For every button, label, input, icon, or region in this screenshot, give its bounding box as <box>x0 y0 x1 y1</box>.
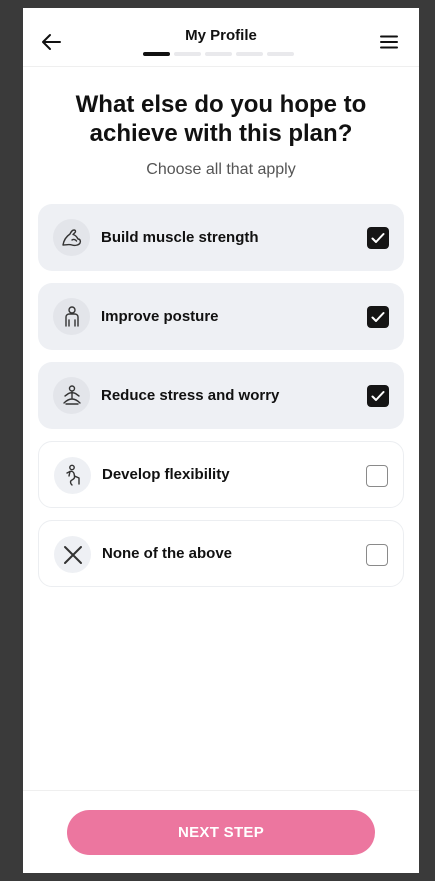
progress-segment <box>236 52 263 56</box>
header: My Profile <box>23 8 419 67</box>
menu-button[interactable] <box>375 28 403 56</box>
question-subtitle: Choose all that apply <box>146 161 296 178</box>
progress-segment <box>205 52 232 56</box>
stretching-person-icon <box>65 464 80 486</box>
step-progress-indicator <box>143 52 294 56</box>
app-screen: My Profile What else do you hope to achi… <box>23 8 419 873</box>
checkbox[interactable] <box>366 544 388 566</box>
footer-divider <box>23 790 419 791</box>
close-x-icon <box>63 545 82 564</box>
option-build-muscle-strength[interactable]: Build muscle strength <box>38 204 404 271</box>
option-label: Improve posture <box>101 308 219 325</box>
option-improve-posture[interactable]: Improve posture <box>38 283 404 350</box>
checkmark-icon <box>371 391 385 401</box>
next-step-button[interactable]: NEXT STEP <box>67 810 375 855</box>
flexed-arm-icon <box>61 228 81 246</box>
person-posture-icon <box>64 305 79 327</box>
meditation-icon <box>62 384 81 405</box>
checkbox[interactable] <box>367 385 389 407</box>
option-label: Develop flexibility <box>102 466 230 483</box>
option-none-of-the-above[interactable]: None of the above <box>38 520 404 587</box>
option-develop-flexibility[interactable]: Develop flexibility <box>38 441 404 508</box>
checkbox[interactable] <box>367 227 389 249</box>
checkbox[interactable] <box>367 306 389 328</box>
option-reduce-stress[interactable]: Reduce stress and worry <box>38 362 404 429</box>
checkmark-icon <box>371 233 385 243</box>
option-label: Build muscle strength <box>101 229 259 246</box>
hamburger-menu-icon <box>380 35 398 49</box>
option-label: None of the above <box>102 545 233 562</box>
progress-segment <box>267 52 294 56</box>
question-heading: What else do you hope to achieve with th… <box>75 91 367 147</box>
checkbox[interactable] <box>366 465 388 487</box>
checkmark-icon <box>371 312 385 322</box>
progress-segment <box>174 52 201 56</box>
page-title: My Profile <box>185 27 257 44</box>
options-list: Build muscle strength Improve posture Re… <box>38 204 404 599</box>
option-label: Reduce stress and worry <box>101 387 280 404</box>
progress-segment <box>143 52 170 56</box>
